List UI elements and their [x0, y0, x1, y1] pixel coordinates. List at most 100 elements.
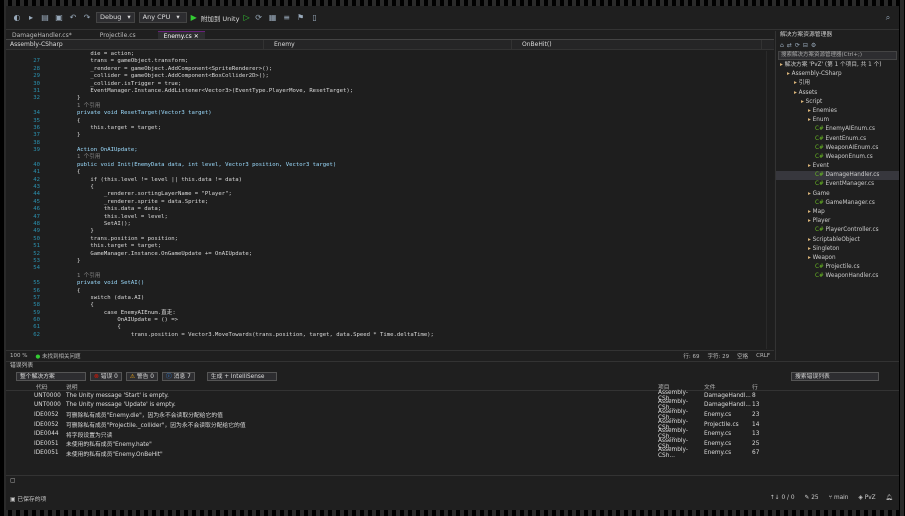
code-line[interactable]: 47 this.level = level; — [6, 214, 766, 221]
attach-button[interactable]: 附加到 Unity — [201, 13, 240, 23]
code-line[interactable]: 29 _collider = gameObject.AddComponent<B… — [6, 73, 766, 80]
code-line[interactable]: 27 trans = gameObject.transform; — [6, 58, 766, 65]
col-line[interactable]: 行 — [752, 382, 772, 391]
platform-select[interactable]: Any CPU ▾ — [138, 12, 187, 23]
nav-project[interactable]: Assembly-CSharp — [6, 40, 264, 49]
sync-status[interactable]: ↑↓ 0 / 0 — [770, 495, 795, 501]
error-row[interactable]: IDE0052 可删除私有成员"Enemy.die"，因为永不会读取分配给它的值 A… — [6, 409, 899, 421]
code-line[interactable]: 62 trans.position = Vector3.MoveTowards(… — [6, 332, 766, 339]
code-line[interactable]: 61 { — [6, 324, 766, 331]
code-line[interactable]: 1 个引用 — [6, 103, 766, 110]
code-line[interactable]: 31 EventManager.Instance.AddListener<Vec… — [6, 88, 766, 95]
code-line[interactable]: 39 Action OnAIUpdate; — [6, 147, 766, 154]
repo-status[interactable]: ◈ PvZ — [858, 495, 875, 501]
play-outline-icon[interactable]: ▷ — [243, 13, 249, 22]
code-line[interactable]: 57 switch (data.AI) — [6, 295, 766, 302]
code-line[interactable]: 30 _collider.isTrigger = true; — [6, 81, 766, 88]
bookmark-icon[interactable]: ⚑ — [296, 13, 306, 23]
tree-item[interactable]: ▸ Map — [776, 208, 899, 217]
tree-item[interactable]: C# WeaponHandler.cs — [776, 272, 899, 281]
new-file-icon[interactable]: ▤ — [40, 13, 50, 23]
collapse-icon[interactable]: ⊟ — [803, 42, 808, 49]
code-line[interactable]: 42 if (this.level != level || this.data … — [6, 177, 766, 184]
tree-item[interactable]: ▸ Weapon — [776, 254, 899, 263]
tree-item[interactable]: ▸ Singleton — [776, 245, 899, 254]
tree-item[interactable]: C# Projectile.cs — [776, 263, 899, 272]
tree-item[interactable]: C# EnemyAIEnum.cs — [776, 125, 899, 134]
code-line[interactable]: 38 — [6, 140, 766, 147]
code-line[interactable]: 50 trans.position = position; — [6, 236, 766, 243]
tree-item[interactable]: ▸ Event — [776, 162, 899, 171]
tree-item[interactable]: ▸ Assembly-CSharp — [776, 70, 899, 79]
code-line[interactable]: die = action; — [6, 51, 766, 58]
nav-type[interactable]: Enemy — [264, 40, 512, 49]
code-line[interactable]: 60 OnAIUpdate = () => — [6, 317, 766, 324]
issues-status[interactable]: ● 未找到相关问题 — [35, 352, 80, 360]
back-icon[interactable]: ◐ — [12, 13, 22, 23]
code-line[interactable]: 34 private void ResetTarget(Vector3 targ… — [6, 110, 766, 117]
tree-item[interactable]: C# DamageHandler.cs — [776, 171, 899, 181]
play-icon[interactable]: ▶ — [191, 13, 197, 22]
error-row[interactable]: IDE0051 未使用的私有成员"Enemy.hate" Assembly-CSh.… — [6, 438, 899, 450]
code-line[interactable]: 49 } — [6, 228, 766, 235]
code-line[interactable]: 32 } — [6, 95, 766, 102]
code-line[interactable]: 46 this.data = data; — [6, 206, 766, 213]
search-icon[interactable]: ⌕ — [883, 13, 893, 23]
col-desc[interactable]: 说明 — [66, 382, 658, 391]
config-select[interactable]: Debug ▾ — [96, 12, 135, 23]
col-code[interactable]: 代码 — [6, 382, 66, 391]
error-row[interactable]: IDE0051 未使用的私有成员"Enemy.OnBeHit" Assembly-C… — [6, 447, 899, 459]
code-line[interactable]: 43 { — [6, 184, 766, 191]
code-area[interactable]: die = action; 27 trans = gameObject.trans… — [6, 51, 766, 349]
refresh-icon[interactable]: ⟳ — [254, 13, 264, 23]
code-line[interactable]: 40 public void Init(EnemyData data, int … — [6, 162, 766, 169]
warnings-filter[interactable]: ⚠ 警告 0 — [125, 372, 158, 381]
line-ending[interactable]: CRLF — [756, 353, 770, 359]
scope-select[interactable]: 整个解决方案 — [16, 372, 86, 381]
error-row[interactable]: UNT0000 The Unity message 'Start' is empt… — [6, 390, 899, 402]
code-line[interactable]: 53 } — [6, 258, 766, 265]
tree-item[interactable]: C# WeaponEnum.cs — [776, 153, 899, 162]
code-line[interactable]: 41 { — [6, 169, 766, 176]
code-line[interactable]: 1 个引用 — [6, 273, 766, 280]
code-line[interactable]: 1 个引用 — [6, 154, 766, 161]
code-line[interactable]: 45 _renderer.sprite = data.Sprite; — [6, 199, 766, 206]
col-file[interactable]: 文件 — [704, 382, 752, 391]
tab-projectile[interactable]: Projectile.cs — [78, 31, 158, 39]
tree-item[interactable]: ▸ Player — [776, 217, 899, 226]
branch-status[interactable]: ⑂ main — [829, 495, 849, 501]
indent-mode[interactable]: 空格 — [737, 352, 748, 360]
tree-item[interactable]: ▸ Game — [776, 190, 899, 199]
tree-item[interactable]: ▸ ScriptableObject — [776, 236, 899, 245]
code-line[interactable]: 58 { — [6, 302, 766, 309]
sync-icon[interactable]: ⇄ — [787, 42, 792, 49]
messages-filter[interactable]: ⓘ 消息 7 — [162, 372, 195, 381]
layout-icon[interactable]: ▦ — [268, 13, 278, 23]
tree-item[interactable]: ▸ Assets — [776, 89, 899, 98]
settings-icon[interactable]: ⚙ — [811, 42, 816, 49]
code-line[interactable]: 54 — [6, 265, 766, 272]
tab-damagehandler[interactable]: DamageHandler.cs* — [6, 31, 78, 39]
vertical-scrollbar[interactable] — [766, 51, 774, 349]
comment-icon[interactable]: ▯ — [310, 13, 320, 23]
tree-item[interactable]: C# EventEnum.cs — [776, 135, 899, 144]
code-line[interactable]: 28 _renderer = gameObject.AddComponent<S… — [6, 66, 766, 73]
redo-icon[interactable]: ↷ — [82, 13, 92, 23]
code-line[interactable]: 56 { — [6, 288, 766, 295]
bell-icon[interactable]: 🔔︎ — [886, 495, 893, 501]
tree-item[interactable]: C# EventManager.cs — [776, 180, 899, 189]
home-icon[interactable]: ⌂ — [780, 42, 784, 49]
close-icon[interactable]: ✕ — [194, 33, 199, 40]
tab-enemy[interactable]: Enemy.cs ✕ — [157, 31, 205, 40]
code-line[interactable]: 35 { — [6, 118, 766, 125]
zoom-level[interactable]: 100 % — [10, 353, 27, 359]
error-row[interactable]: IDE0044 将字段设置为只读 Assembly-CSh... Enemy.cs 13 — [6, 428, 899, 440]
format-icon[interactable]: ≡ — [282, 13, 292, 23]
changes-count[interactable]: ✎ 25 — [805, 495, 819, 501]
solution-search-input[interactable]: 搜索解决方案资源管理器(Ctrl+;) — [778, 51, 897, 60]
tree-item[interactable]: C# PlayerController.cs — [776, 226, 899, 235]
tree-item[interactable]: ▸ Enemies — [776, 107, 899, 116]
error-row[interactable]: IDE0052 可删除私有成员"Projectile._collider"，因为永… — [6, 419, 899, 431]
refresh-icon[interactable]: ⟳ — [795, 42, 800, 49]
code-line[interactable]: 44 _renderer.sortingLayerName = "Player"… — [6, 191, 766, 198]
